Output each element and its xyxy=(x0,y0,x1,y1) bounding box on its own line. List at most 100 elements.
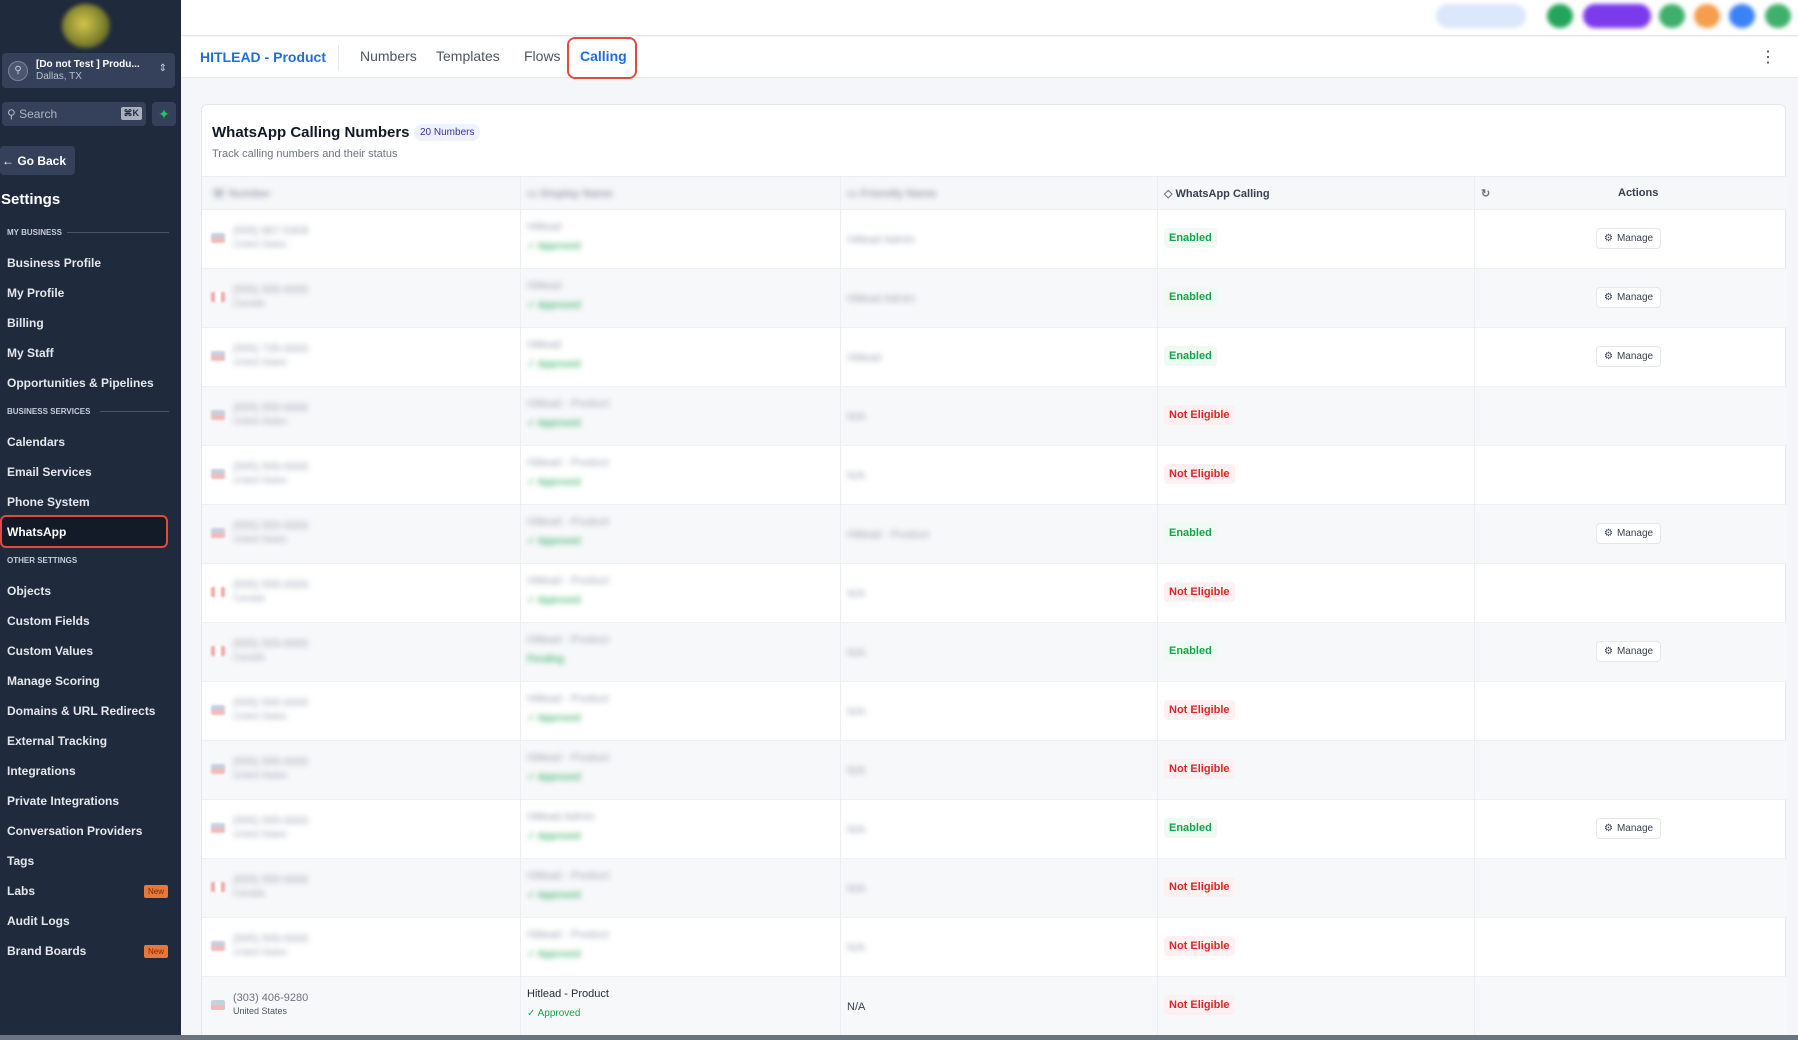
display-name: Hitlead - Product Pending xyxy=(527,634,609,665)
manage-button[interactable]: ⚙ Manage xyxy=(1596,346,1662,367)
status-icon[interactable] xyxy=(1547,4,1573,28)
phone-number: (555) 555-0000 United States xyxy=(233,520,309,544)
approval-status: Pending xyxy=(527,654,564,665)
country-flag-icon xyxy=(211,1000,225,1010)
more-options-icon[interactable]: ⋮ xyxy=(1760,47,1776,67)
sidebar-item-my-staff[interactable]: My Staff xyxy=(7,346,54,360)
go-back-button[interactable]: ← Go Back xyxy=(0,146,75,175)
card-subtitle: Track calling numbers and their status xyxy=(212,148,398,160)
calling-status-badge: Enabled xyxy=(1164,641,1217,661)
column-whatsapp-calling[interactable]: ◇ WhatsApp Calling xyxy=(1164,187,1270,200)
upgrade-button[interactable] xyxy=(1583,4,1651,28)
approval-status: ✓ Approved xyxy=(527,536,581,547)
sidebar-item-opportunities[interactable]: Opportunities & Pipelines xyxy=(7,376,154,390)
display-name: Hitlead - Product ✓ Approved xyxy=(527,988,609,1019)
phone-icon[interactable] xyxy=(1659,4,1685,28)
sidebar-item-manage-scoring[interactable]: Manage Scoring xyxy=(7,674,100,688)
gear-icon: ⚙ xyxy=(1604,646,1613,657)
sidebar-item-private-integrations[interactable]: Private Integrations xyxy=(7,794,119,808)
tab-templates[interactable]: Templates xyxy=(436,48,500,64)
settings-heading: Settings xyxy=(1,191,61,208)
tab-flows[interactable]: Flows xyxy=(524,48,561,64)
number-country: United States xyxy=(233,357,288,367)
header-pill[interactable] xyxy=(1436,4,1526,28)
approval-status: ✓ Approved xyxy=(527,595,581,606)
sidebar-item-audit-logs[interactable]: Audit Logs xyxy=(7,914,70,928)
manage-button[interactable]: ⚙ Manage xyxy=(1596,287,1662,308)
country-flag-icon xyxy=(211,410,225,420)
friendly-name: N/A xyxy=(847,647,866,659)
calling-numbers-card: WhatsApp Calling Numbers 20 Numbers Trac… xyxy=(201,104,1787,1040)
sidebar-item-tags[interactable]: Tags xyxy=(7,854,34,868)
column-number[interactable]: ☏ Number xyxy=(212,187,270,200)
sidebar-item-custom-fields[interactable]: Custom Fields xyxy=(7,614,90,628)
avatar[interactable] xyxy=(1765,4,1791,28)
phone-number: (555) 555-0000 Canada xyxy=(233,638,309,662)
table-row: (303) 406-9280 United States Hitlead - Pro… xyxy=(202,977,1787,1036)
display-name: Hitlead - Product ✓ Approved xyxy=(527,516,609,547)
sidebar-item-custom-values[interactable]: Custom Values xyxy=(7,644,93,658)
sidebar-item-business-profile[interactable]: Business Profile xyxy=(7,256,101,270)
manage-button[interactable]: ⚙ Manage xyxy=(1596,818,1662,839)
column-friendly-name[interactable]: ▭ Friendly Name xyxy=(847,187,936,200)
refresh-icon[interactable]: ↻ xyxy=(1481,187,1490,200)
friendly-name: N/A xyxy=(847,883,866,895)
account-switcher[interactable]: ⚲ [Do not Test ] Produ... Dallas, TX ⇕ xyxy=(2,53,175,88)
column-display-name[interactable]: ▭ Display Name xyxy=(527,187,613,200)
friendly-name: N/A xyxy=(847,470,866,482)
table-row: (555) 555-0000 United States Hitlead - Pro… xyxy=(202,505,1787,564)
table-row: (555) 555-0000 United States Hitlead Admin… xyxy=(202,800,1787,859)
sidebar-item-email-services[interactable]: Email Services xyxy=(7,465,92,479)
calling-status-badge: Not Eligible xyxy=(1164,700,1235,720)
sidebar-item-calendars[interactable]: Calendars xyxy=(7,435,65,449)
sidebar-item-external-tracking[interactable]: External Tracking xyxy=(7,734,107,748)
search-input[interactable]: ⚲ Search ⌘K xyxy=(2,102,146,126)
tab-calling[interactable]: Calling xyxy=(580,48,627,64)
calling-status-badge: Enabled xyxy=(1164,287,1217,307)
approval-status: ✓ Approved xyxy=(527,949,581,960)
manage-button[interactable]: ⚙ Manage xyxy=(1596,228,1662,249)
sidebar-item-whatsapp[interactable]: WhatsApp xyxy=(7,525,66,539)
sidebar-item-objects[interactable]: Objects xyxy=(7,584,51,598)
section-my-business: MY BUSINESS xyxy=(7,228,169,237)
phone-number: (555) 555-0000 United States xyxy=(233,756,309,780)
calling-status-badge: Enabled xyxy=(1164,228,1217,248)
manage-button[interactable]: ⚙ Manage xyxy=(1596,641,1662,662)
number-country: Canada xyxy=(233,888,265,898)
sidebar-item-labs[interactable]: Labs xyxy=(7,884,35,898)
number-country: Canada xyxy=(233,652,265,662)
sidebar-item-phone-system[interactable]: Phone System xyxy=(7,495,90,509)
help-icon[interactable] xyxy=(1729,4,1755,28)
notification-icon[interactable] xyxy=(1694,4,1720,28)
number-country: United States xyxy=(233,475,288,485)
page-brand[interactable]: HITLEAD - Product xyxy=(200,49,326,65)
phone-number: (555) 735-0000 United States xyxy=(233,343,309,367)
sidebar-item-my-profile[interactable]: My Profile xyxy=(7,286,64,300)
quick-action-icon[interactable]: ✦ xyxy=(152,102,176,126)
number-country: United States xyxy=(233,770,288,780)
tag-icon: ◇ xyxy=(1164,188,1176,200)
account-location: Dallas, TX xyxy=(36,70,82,82)
sidebar-item-conversation-providers[interactable]: Conversation Providers xyxy=(7,824,142,838)
divider xyxy=(338,45,339,71)
sidebar-item-integrations[interactable]: Integrations xyxy=(7,764,76,778)
approval-status: ✓ Approved xyxy=(527,241,581,252)
calling-status-badge: Not Eligible xyxy=(1164,759,1235,779)
friendly-name: Hitlead Admin xyxy=(847,234,915,246)
sidebar-item-billing[interactable]: Billing xyxy=(7,316,44,330)
number-country: United States xyxy=(233,534,288,544)
account-name: [Do not Test ] Produ... xyxy=(36,58,140,70)
number-country: Canada xyxy=(233,298,265,308)
sidebar-item-domains[interactable]: Domains & URL Redirects xyxy=(7,704,155,718)
manage-button[interactable]: ⚙ Manage xyxy=(1596,523,1662,544)
country-flag-icon xyxy=(211,233,225,243)
sidebar-item-brand-boards[interactable]: Brand Boards xyxy=(7,944,86,958)
country-flag-icon xyxy=(211,469,225,479)
phone-number: (555) 555-0000 United States xyxy=(233,461,309,485)
window-bottom-edge xyxy=(0,1035,1798,1040)
tab-numbers[interactable]: Numbers xyxy=(360,48,417,64)
country-flag-icon xyxy=(211,351,225,361)
display-name: Hitlead - Product ✓ Approved xyxy=(527,870,609,901)
friendly-name: N/A xyxy=(847,588,866,600)
phone-number: (555) 555-0000 United States xyxy=(233,402,309,426)
